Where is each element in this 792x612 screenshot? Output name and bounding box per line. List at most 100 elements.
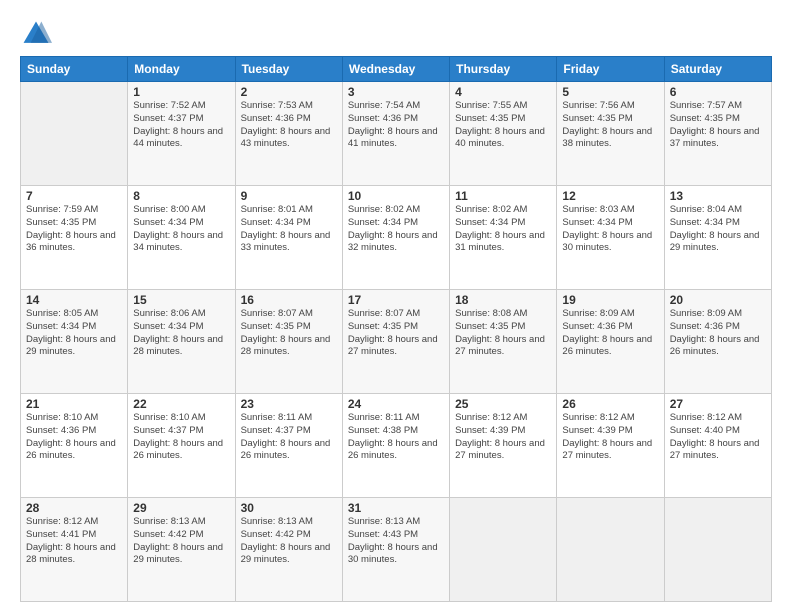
day-detail: Sunrise: 7:59 AMSunset: 4:35 PMDaylight:…	[26, 204, 122, 255]
weekday-header-thursday: Thursday	[450, 57, 557, 82]
day-number: 27	[670, 397, 766, 411]
day-detail: Sunrise: 8:05 AMSunset: 4:34 PMDaylight:…	[26, 308, 122, 359]
calendar-table: SundayMondayTuesdayWednesdayThursdayFrid…	[20, 56, 772, 602]
day-number: 22	[133, 397, 229, 411]
day-detail: Sunrise: 8:11 AMSunset: 4:38 PMDaylight:…	[348, 412, 444, 463]
day-number: 16	[241, 293, 337, 307]
day-detail: Sunrise: 8:02 AMSunset: 4:34 PMDaylight:…	[455, 204, 551, 255]
calendar-week-row: 1Sunrise: 7:52 AMSunset: 4:37 PMDaylight…	[21, 82, 772, 186]
day-detail: Sunrise: 7:54 AMSunset: 4:36 PMDaylight:…	[348, 100, 444, 151]
day-detail: Sunrise: 8:10 AMSunset: 4:36 PMDaylight:…	[26, 412, 122, 463]
calendar-cell: 23Sunrise: 8:11 AMSunset: 4:37 PMDayligh…	[235, 394, 342, 498]
calendar-cell: 2Sunrise: 7:53 AMSunset: 4:36 PMDaylight…	[235, 82, 342, 186]
day-detail: Sunrise: 8:13 AMSunset: 4:43 PMDaylight:…	[348, 516, 444, 567]
day-detail: Sunrise: 8:09 AMSunset: 4:36 PMDaylight:…	[562, 308, 658, 359]
calendar-cell: 22Sunrise: 8:10 AMSunset: 4:37 PMDayligh…	[128, 394, 235, 498]
day-number: 9	[241, 189, 337, 203]
calendar-cell: 28Sunrise: 8:12 AMSunset: 4:41 PMDayligh…	[21, 498, 128, 602]
calendar-cell: 11Sunrise: 8:02 AMSunset: 4:34 PMDayligh…	[450, 186, 557, 290]
day-detail: Sunrise: 8:04 AMSunset: 4:34 PMDaylight:…	[670, 204, 766, 255]
day-detail: Sunrise: 7:57 AMSunset: 4:35 PMDaylight:…	[670, 100, 766, 151]
day-detail: Sunrise: 8:13 AMSunset: 4:42 PMDaylight:…	[241, 516, 337, 567]
day-number: 21	[26, 397, 122, 411]
day-number: 10	[348, 189, 444, 203]
day-number: 4	[455, 85, 551, 99]
calendar-cell: 30Sunrise: 8:13 AMSunset: 4:42 PMDayligh…	[235, 498, 342, 602]
day-detail: Sunrise: 8:10 AMSunset: 4:37 PMDaylight:…	[133, 412, 229, 463]
day-detail: Sunrise: 7:53 AMSunset: 4:36 PMDaylight:…	[241, 100, 337, 151]
day-detail: Sunrise: 8:07 AMSunset: 4:35 PMDaylight:…	[241, 308, 337, 359]
calendar-cell: 6Sunrise: 7:57 AMSunset: 4:35 PMDaylight…	[664, 82, 771, 186]
calendar-cell: 7Sunrise: 7:59 AMSunset: 4:35 PMDaylight…	[21, 186, 128, 290]
weekday-header-monday: Monday	[128, 57, 235, 82]
day-detail: Sunrise: 8:12 AMSunset: 4:41 PMDaylight:…	[26, 516, 122, 567]
day-number: 19	[562, 293, 658, 307]
day-number: 20	[670, 293, 766, 307]
calendar-cell: 24Sunrise: 8:11 AMSunset: 4:38 PMDayligh…	[342, 394, 449, 498]
day-detail: Sunrise: 8:03 AMSunset: 4:34 PMDaylight:…	[562, 204, 658, 255]
weekday-header-friday: Friday	[557, 57, 664, 82]
logo-icon	[20, 18, 52, 50]
day-detail: Sunrise: 8:11 AMSunset: 4:37 PMDaylight:…	[241, 412, 337, 463]
calendar-cell	[450, 498, 557, 602]
day-detail: Sunrise: 7:55 AMSunset: 4:35 PMDaylight:…	[455, 100, 551, 151]
day-number: 7	[26, 189, 122, 203]
calendar-week-row: 21Sunrise: 8:10 AMSunset: 4:36 PMDayligh…	[21, 394, 772, 498]
day-number: 1	[133, 85, 229, 99]
calendar-cell: 25Sunrise: 8:12 AMSunset: 4:39 PMDayligh…	[450, 394, 557, 498]
day-number: 14	[26, 293, 122, 307]
calendar-cell: 31Sunrise: 8:13 AMSunset: 4:43 PMDayligh…	[342, 498, 449, 602]
day-number: 26	[562, 397, 658, 411]
calendar-cell	[664, 498, 771, 602]
day-number: 29	[133, 501, 229, 515]
day-number: 25	[455, 397, 551, 411]
day-detail: Sunrise: 8:01 AMSunset: 4:34 PMDaylight:…	[241, 204, 337, 255]
calendar-cell: 21Sunrise: 8:10 AMSunset: 4:36 PMDayligh…	[21, 394, 128, 498]
day-number: 8	[133, 189, 229, 203]
calendar-cell: 13Sunrise: 8:04 AMSunset: 4:34 PMDayligh…	[664, 186, 771, 290]
page: SundayMondayTuesdayWednesdayThursdayFrid…	[0, 0, 792, 612]
day-detail: Sunrise: 7:56 AMSunset: 4:35 PMDaylight:…	[562, 100, 658, 151]
calendar-cell	[21, 82, 128, 186]
day-number: 3	[348, 85, 444, 99]
calendar-cell: 8Sunrise: 8:00 AMSunset: 4:34 PMDaylight…	[128, 186, 235, 290]
day-number: 15	[133, 293, 229, 307]
calendar-cell: 16Sunrise: 8:07 AMSunset: 4:35 PMDayligh…	[235, 290, 342, 394]
calendar-week-row: 7Sunrise: 7:59 AMSunset: 4:35 PMDaylight…	[21, 186, 772, 290]
day-number: 2	[241, 85, 337, 99]
day-detail: Sunrise: 8:12 AMSunset: 4:39 PMDaylight:…	[455, 412, 551, 463]
day-number: 6	[670, 85, 766, 99]
weekday-header-saturday: Saturday	[664, 57, 771, 82]
day-number: 12	[562, 189, 658, 203]
calendar-week-row: 14Sunrise: 8:05 AMSunset: 4:34 PMDayligh…	[21, 290, 772, 394]
calendar-cell: 19Sunrise: 8:09 AMSunset: 4:36 PMDayligh…	[557, 290, 664, 394]
calendar-cell: 9Sunrise: 8:01 AMSunset: 4:34 PMDaylight…	[235, 186, 342, 290]
day-detail: Sunrise: 8:13 AMSunset: 4:42 PMDaylight:…	[133, 516, 229, 567]
calendar-cell	[557, 498, 664, 602]
calendar-cell: 5Sunrise: 7:56 AMSunset: 4:35 PMDaylight…	[557, 82, 664, 186]
calendar-cell: 17Sunrise: 8:07 AMSunset: 4:35 PMDayligh…	[342, 290, 449, 394]
day-detail: Sunrise: 7:52 AMSunset: 4:37 PMDaylight:…	[133, 100, 229, 151]
calendar-cell: 14Sunrise: 8:05 AMSunset: 4:34 PMDayligh…	[21, 290, 128, 394]
day-detail: Sunrise: 8:00 AMSunset: 4:34 PMDaylight:…	[133, 204, 229, 255]
calendar-body: 1Sunrise: 7:52 AMSunset: 4:37 PMDaylight…	[21, 82, 772, 602]
day-detail: Sunrise: 8:02 AMSunset: 4:34 PMDaylight:…	[348, 204, 444, 255]
calendar-cell: 12Sunrise: 8:03 AMSunset: 4:34 PMDayligh…	[557, 186, 664, 290]
weekday-header-sunday: Sunday	[21, 57, 128, 82]
calendar-cell: 29Sunrise: 8:13 AMSunset: 4:42 PMDayligh…	[128, 498, 235, 602]
day-number: 31	[348, 501, 444, 515]
day-detail: Sunrise: 8:08 AMSunset: 4:35 PMDaylight:…	[455, 308, 551, 359]
day-number: 18	[455, 293, 551, 307]
calendar-cell: 27Sunrise: 8:12 AMSunset: 4:40 PMDayligh…	[664, 394, 771, 498]
day-number: 23	[241, 397, 337, 411]
calendar-week-row: 28Sunrise: 8:12 AMSunset: 4:41 PMDayligh…	[21, 498, 772, 602]
day-number: 30	[241, 501, 337, 515]
day-detail: Sunrise: 8:09 AMSunset: 4:36 PMDaylight:…	[670, 308, 766, 359]
day-detail: Sunrise: 8:06 AMSunset: 4:34 PMDaylight:…	[133, 308, 229, 359]
day-number: 28	[26, 501, 122, 515]
day-number: 17	[348, 293, 444, 307]
calendar-cell: 4Sunrise: 7:55 AMSunset: 4:35 PMDaylight…	[450, 82, 557, 186]
day-number: 13	[670, 189, 766, 203]
weekday-header-tuesday: Tuesday	[235, 57, 342, 82]
calendar-cell: 18Sunrise: 8:08 AMSunset: 4:35 PMDayligh…	[450, 290, 557, 394]
